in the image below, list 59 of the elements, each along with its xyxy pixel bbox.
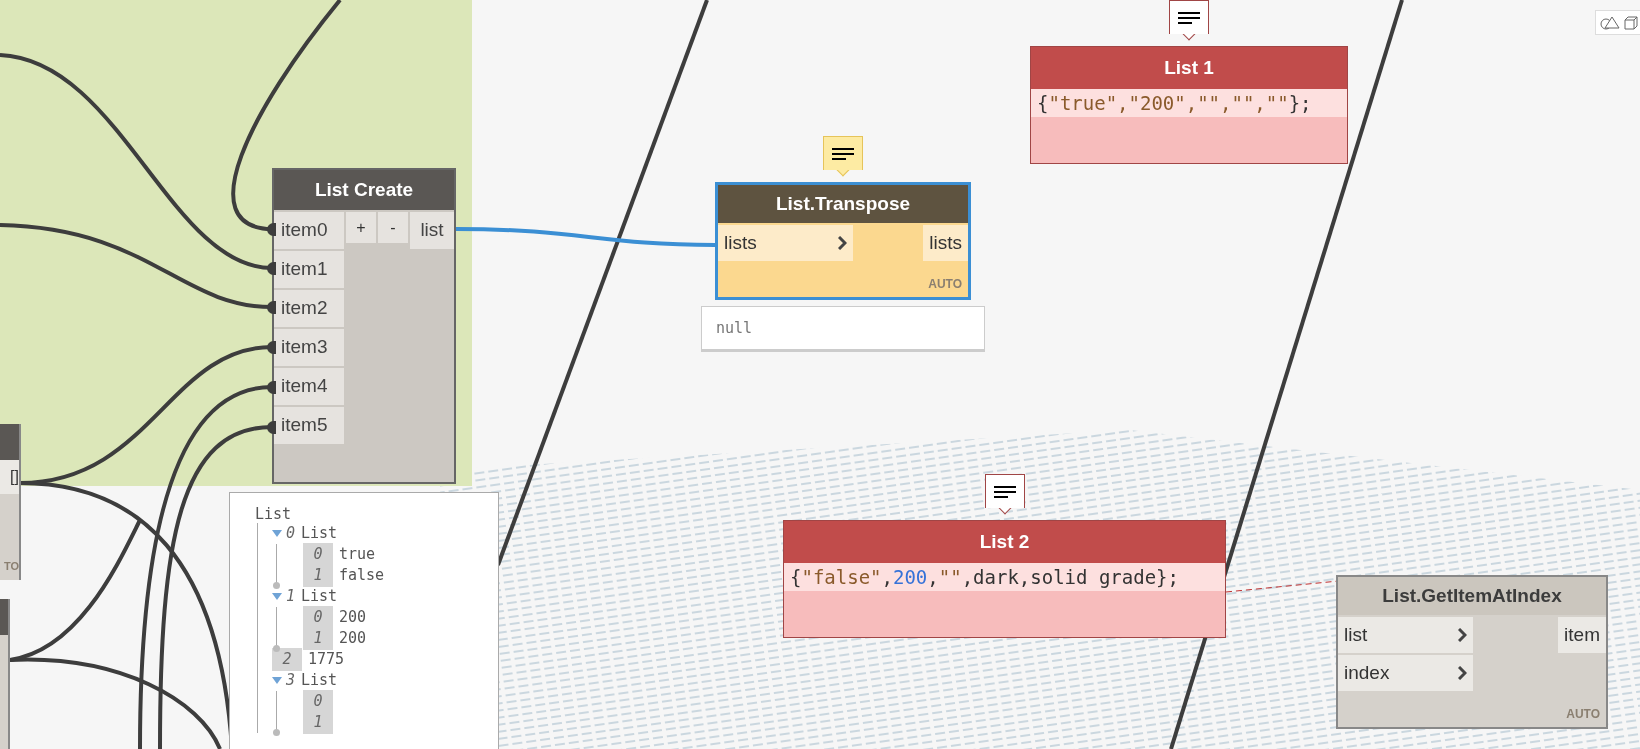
lacing-label: AUTO [1566, 706, 1600, 723]
geometry-icon[interactable] [1600, 15, 1622, 30]
input-port[interactable]: item3 [274, 329, 344, 366]
node-title: List 1 [1031, 47, 1347, 89]
item-value: true [339, 544, 376, 566]
item-index: 3 [286, 670, 296, 692]
item-value: List [301, 586, 338, 608]
input-port[interactable]: item2 [274, 290, 344, 327]
input-port[interactable]: index [1338, 655, 1473, 691]
item-index: 0 [303, 606, 333, 629]
lacing-label: TO [2, 558, 19, 574]
list-create-node[interactable]: List Create item0 item1 item2 item3 item4 item5 + - list [272, 168, 456, 484]
output-port[interactable]: item [1558, 617, 1606, 653]
cube-icon[interactable] [1624, 15, 1638, 30]
item-index: 2 [272, 648, 302, 671]
item-index: 0 [303, 690, 333, 713]
input-port[interactable]: item4 [274, 368, 344, 405]
input-port[interactable]: item1 [274, 251, 344, 288]
item-value: 1775 [308, 649, 345, 671]
item-index: 1 [286, 586, 296, 608]
preview-bubble: null [701, 306, 985, 352]
output-port[interactable]: lists [923, 225, 968, 261]
lacing-label: AUTO [928, 276, 962, 293]
output-port[interactable]: list [410, 212, 454, 249]
expand-triangle-icon[interactable] [272, 529, 282, 538]
item-value: 200 [339, 607, 367, 629]
chevron-icon [838, 236, 847, 250]
node-title: List 2 [784, 521, 1225, 563]
item-value: List [301, 523, 338, 545]
code-block-node[interactable]: List 1 {"true","200","","",""}; [1030, 46, 1348, 164]
expand-triangle-icon[interactable] [272, 676, 282, 685]
item-index: 0 [303, 543, 333, 566]
item-value: List [301, 670, 338, 692]
root-label: List [255, 504, 293, 523]
item-index: 0 [286, 523, 296, 545]
chevron-icon [1458, 666, 1467, 680]
node-title: List.GetItemAtIndex [1338, 577, 1606, 615]
node-header [0, 424, 19, 460]
function-node[interactable]: List.GetItemAtIndex list index item AUTO [1336, 575, 1608, 729]
item-value: 200 [339, 628, 367, 650]
input-port[interactable]: item5 [274, 407, 344, 444]
item-index: 1 [303, 564, 333, 587]
item-value: false [339, 565, 385, 587]
input-port[interactable]: item0 [274, 212, 344, 249]
input-port[interactable]: list [1338, 617, 1473, 653]
chevron-icon [1458, 628, 1467, 642]
node-title: List Create [274, 170, 454, 210]
item-index: 1 [303, 627, 333, 650]
input-port[interactable]: lists [718, 225, 853, 261]
output-port[interactable]: [] [0, 460, 19, 494]
item-index: 1 [303, 711, 333, 734]
remove-input-button[interactable]: - [378, 212, 408, 243]
expand-triangle-icon[interactable] [272, 592, 282, 601]
add-input-button[interactable]: + [346, 212, 376, 243]
node-title: List.Transpose [718, 185, 968, 223]
node-partial[interactable]: [] TO [0, 424, 21, 580]
code-block-node[interactable]: List 2 {"false",200,"",dark,solid grade}; [783, 520, 1226, 638]
node-partial[interactable] [0, 599, 10, 749]
function-node[interactable]: List.Transpose lists lists AUTO [715, 182, 971, 300]
